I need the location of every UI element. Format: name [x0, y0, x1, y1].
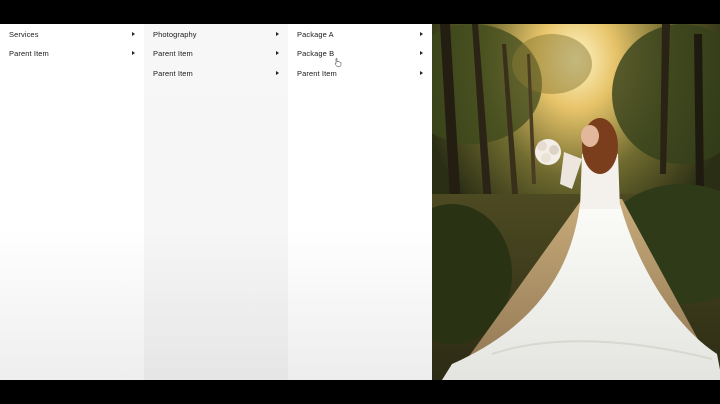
- caret-right-icon: [276, 51, 279, 55]
- viewport: Services Parent Item Photography Parent …: [0, 24, 720, 380]
- menu-item-label: Parent Item: [153, 48, 193, 58]
- hand-pointer-icon: [334, 58, 342, 67]
- menu-item-label: Parent Item: [9, 48, 49, 58]
- menu-column-3: Package A Package B Parent Item: [288, 24, 432, 380]
- caret-right-icon: [276, 32, 279, 36]
- menu-item-package-b[interactable]: Package B: [288, 43, 432, 63]
- menu-item-label: Parent Item: [153, 68, 193, 78]
- caret-right-icon: [132, 51, 135, 55]
- menu-item-label: Package B: [297, 48, 335, 58]
- bride-photo: [432, 24, 720, 380]
- menu-item-label: Services: [9, 29, 39, 39]
- menu-column-1: Services Parent Item: [0, 24, 144, 380]
- menu-item-parent[interactable]: Parent Item: [0, 43, 144, 63]
- caret-right-icon: [420, 71, 423, 75]
- menu-column-2: Photography Parent Item Parent Item: [144, 24, 288, 380]
- menu-item-parent[interactable]: Parent Item: [144, 43, 288, 63]
- menu-item-services[interactable]: Services: [0, 24, 144, 44]
- menu-item-label: Parent Item: [297, 68, 337, 78]
- menu-item-parent[interactable]: Parent Item: [288, 63, 432, 83]
- caret-right-icon: [276, 71, 279, 75]
- menu-item-photography[interactable]: Photography: [144, 24, 288, 44]
- caret-right-icon: [420, 32, 423, 36]
- menu-item-package-a[interactable]: Package A: [288, 24, 432, 44]
- caret-right-icon: [132, 32, 135, 36]
- menu-item-label: Package A: [297, 29, 334, 39]
- menu-item-parent[interactable]: Parent Item: [144, 63, 288, 83]
- menu-item-label: Photography: [153, 29, 197, 39]
- caret-right-icon: [420, 51, 423, 55]
